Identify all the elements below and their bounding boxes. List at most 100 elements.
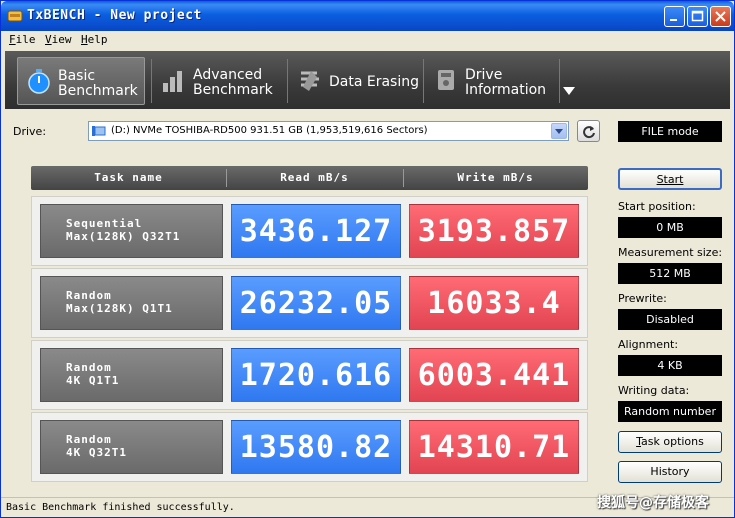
read-value: 13580.82 [231,420,401,474]
task-options-button[interactable]: Task options [618,431,722,453]
header-read: Read mB/s [280,171,349,184]
main-toolbar: Basic Benchmark Advanced Benchmark Data … [5,51,730,109]
history-button[interactable]: History [618,461,722,483]
table-header: Task name Read mB/s Write mB/s [31,166,588,190]
minimize-icon [670,19,677,21]
tab-advanced-line1: Advanced [193,67,263,83]
maximize-icon [691,10,704,22]
task-line2: 4K Q32T1 [66,446,127,459]
tab-drive-information[interactable]: Drive Information [425,57,555,105]
header-write: Write mB/s [457,171,534,184]
app-window: TxBENCH - New project File View Help Bas… [0,0,735,518]
drive-info-icon [438,70,454,90]
toolbar-more-arrow-icon[interactable] [563,87,575,95]
start-position-value[interactable]: 0 MB [618,217,722,238]
prewrite-value[interactable]: Disabled [618,309,722,330]
tab-data-erasing[interactable]: Data Erasing [289,57,419,105]
task-label: Sequential Max(128K) Q32T1 [66,217,180,243]
menu-view-accel: V [45,33,52,46]
task-label: Random 4K Q32T1 [66,433,127,459]
task-line2: Max(128K) Q32T1 [66,230,181,243]
drive-select[interactable]: (D:) NVMe TOSHIBA-RD500 931.51 GB (1,953… [88,121,569,141]
eraser-icon [301,71,319,91]
task-line1: Random [66,361,112,374]
window-title: TxBENCH - New project [27,8,202,23]
title-bar[interactable]: TxBENCH - New project [1,1,734,31]
task-line2: 4K Q1T1 [66,374,120,387]
task-label: Random Max(128K) Q1T1 [66,289,173,315]
write-value: 3193.857 [409,204,579,258]
task-line1: Sequential [66,217,143,230]
tab-basic-line1: Basic [58,68,96,84]
toolbar-divider [423,59,424,103]
start-button-label: Start [656,173,684,186]
tab-drive-line2: Information [465,82,547,98]
drive-select-value: (D:) NVMe TOSHIBA-RD500 931.51 GB (1,953… [111,125,428,136]
toolbar-divider [559,59,560,103]
tab-basic-line2: Benchmark [58,83,138,99]
task-line2: Max(128K) Q1T1 [66,302,173,315]
table-row: Random Max(128K) Q1T1 26232.05 16033.4 [31,268,588,338]
watermark: 搜狐号@存储极客 [597,495,709,511]
task-button[interactable]: Random Max(128K) Q1T1 [40,276,223,330]
drive-icon [92,126,106,136]
read-value: 3436.127 [231,204,401,258]
read-value: 26232.05 [231,276,401,330]
results-panel: Task name Read mB/s Write mB/s Sequentia… [31,166,588,483]
close-icon [715,11,726,22]
maximize-button[interactable] [687,6,708,27]
stopwatch-icon [28,69,50,94]
write-value: 14310.71 [409,420,579,474]
measurement-size-value[interactable]: 512 MB [618,263,722,284]
toolbar-divider [151,59,152,103]
alignment-label: Alignment: [618,338,679,351]
drive-label: Drive: [13,125,47,138]
menu-file-label: ile [15,33,36,46]
writing-data-value[interactable]: Random number [618,401,722,422]
close-button[interactable] [710,6,731,27]
table-row: Random 4K Q32T1 13580.82 14310.71 [31,412,588,482]
tab-drive-line1: Drive [465,67,503,83]
table-row: Random 4K Q1T1 1720.616 6003.441 [31,340,588,410]
menu-help-accel: H [81,33,88,46]
bar-chart-icon [163,71,182,92]
toolbar-divider [287,59,288,103]
writing-data-label: Writing data: [618,384,690,397]
task-options-label: ask options [641,435,704,448]
task-line1: Random [66,289,112,302]
write-value: 6003.441 [409,348,579,402]
header-task-name: Task name [94,171,163,184]
menu-help-label: elp [87,33,108,46]
menu-view-label: iew [51,33,72,46]
history-label: History [650,465,690,478]
start-position-label: Start position: [618,200,696,213]
status-text: Basic Benchmark finished successfully. [6,502,235,513]
measurement-size-label: Measurement size: [618,246,723,259]
tab-advanced-benchmark[interactable]: Advanced Benchmark [153,57,283,105]
task-button[interactable]: Sequential Max(128K) Q32T1 [40,204,223,258]
minimize-button[interactable] [664,6,685,27]
menu-file[interactable]: File [9,33,36,46]
menu-file-accel: F [9,33,16,46]
tab-advanced-line2: Benchmark [193,82,273,98]
menu-bar: File View Help [1,31,734,50]
mode-indicator: FILE mode [618,121,722,142]
tab-erasing-label: Data Erasing [329,74,420,90]
write-value: 16033.4 [409,276,579,330]
refresh-icon [583,126,595,139]
task-button[interactable]: Random 4K Q1T1 [40,348,223,402]
prewrite-label: Prewrite: [618,292,667,305]
menu-help[interactable]: Help [81,33,108,46]
chevron-down-icon[interactable] [551,123,567,139]
task-button[interactable]: Random 4K Q32T1 [40,420,223,474]
alignment-value[interactable]: 4 KB [618,355,722,376]
task-line1: Random [66,433,112,446]
table-row: Sequential Max(128K) Q32T1 3436.127 3193… [31,196,588,266]
tab-basic-benchmark[interactable]: Basic Benchmark [17,57,145,105]
task-label: Random 4K Q1T1 [66,361,119,387]
read-value: 1720.616 [231,348,401,402]
menu-view[interactable]: View [45,33,72,46]
refresh-button[interactable] [577,120,600,142]
start-button[interactable]: Start [618,168,722,190]
app-icon [7,10,23,22]
